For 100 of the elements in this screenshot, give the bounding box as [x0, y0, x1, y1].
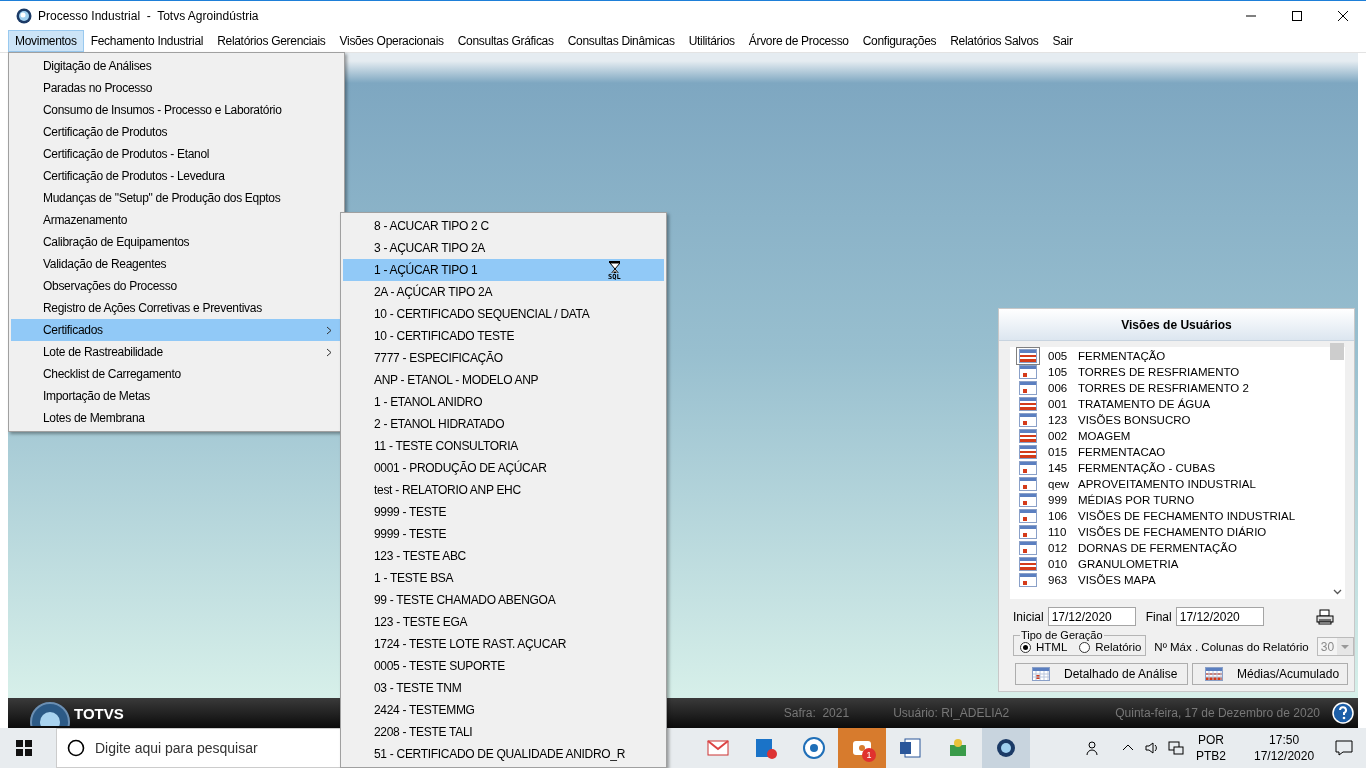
menu-item[interactable]: Lotes de Membrana — [11, 407, 342, 429]
radio-button[interactable] — [1079, 641, 1091, 653]
menu-item[interactable]: Certificação de Produtos - Levedura — [11, 165, 342, 187]
menu-item[interactable]: test - RELATORIO ANP EHC — [343, 479, 664, 501]
mail-icon — [707, 737, 729, 759]
menu-item[interactable]: Consultas Gráficas — [450, 30, 561, 52]
menu-item[interactable]: Fechamento Industrial — [83, 30, 211, 52]
menu-item[interactable]: Lote de Rastreabilidade — [11, 341, 342, 363]
menu-item[interactable]: Calibração de Equipamentos — [11, 231, 342, 253]
menu-item-label: Lotes de Membrana — [43, 411, 145, 425]
list-item[interactable]: 123 VISÕES BONSUCRO — [1010, 412, 1329, 428]
menu-item[interactable]: 0001 - PRODUÇÃO DE AÇÚCAR — [343, 457, 664, 479]
list-item[interactable]: 006 TORRES DE RESFRIAMENTO 2 — [1010, 380, 1329, 396]
field-label: Inicial — [1013, 609, 1044, 624]
menu-item[interactable]: 0005 - TESTE SUPORTE — [343, 655, 664, 677]
menu-item[interactable]: Árvore de Processo — [741, 30, 856, 52]
menu-item-label: 123 - TESTE EGA — [374, 615, 468, 629]
menu-item[interactable]: Movimentos — [8, 30, 84, 52]
menu-item[interactable]: Relatórios Gerenciais — [210, 30, 333, 52]
status-text: Safra: 2021 — [783, 706, 850, 720]
chevron-down-icon — [1332, 589, 1342, 595]
menu-item[interactable]: 2A - AÇÚCAR TIPO 2A — [343, 281, 664, 303]
menu-item[interactable]: 7777 - ESPECIFICAÇÃO — [343, 347, 664, 369]
menu-item[interactable]: Importação de Metas — [11, 385, 342, 407]
radio-option[interactable]: HTML — [1020, 641, 1068, 653]
menu-item[interactable]: 2 - ETANOL HIDRATADO — [343, 413, 664, 435]
menu-item[interactable]: 03 - TESTE TNM — [343, 677, 664, 699]
menu-item[interactable]: 1724 - TESTE LOTE RAST. AÇUCAR — [343, 633, 664, 655]
list-item[interactable]: 106 VISÕES DE FECHAMENTO INDUSTRIAL — [1010, 508, 1329, 524]
menu-item[interactable]: 10 - CERTIFICADO TESTE — [343, 325, 664, 347]
clock[interactable]: 17:50 17/12/2020 — [1254, 732, 1315, 764]
radio-option[interactable]: Relatório — [1079, 641, 1142, 653]
date-field[interactable]: 17/12/2020 — [1047, 607, 1136, 626]
menu-item[interactable]: Consumo de Insumos - Processo e Laboratório — [11, 99, 342, 121]
date-field[interactable]: 17/12/2020 — [1175, 607, 1264, 626]
menu-item-label: 7777 - ESPECIFICAÇÃO — [374, 351, 503, 365]
language-indicator[interactable]: POR PTB2 — [1196, 732, 1226, 764]
menu-item[interactable]: 99 - TESTE CHAMADO ABENGOA — [343, 589, 664, 611]
menu-item[interactable]: 11 - TESTE CONSULTORIA — [343, 435, 664, 457]
list-item[interactable]: 145 FERMENTAÇÃO - CUBAS — [1010, 460, 1329, 476]
menu-item[interactable]: Consultas Dinâmicas — [560, 30, 682, 52]
menu-item[interactable]: Mudanças de "Setup" de Produção dos Eqptos — [11, 187, 342, 209]
list-item[interactable]: 105 TORRES DE RESFRIAMENTO — [1010, 364, 1329, 380]
menu-item-label: 99 - TESTE CHAMADO ABENGOA — [374, 593, 556, 607]
report-button[interactable]: Médias/Acumulado — [1192, 663, 1348, 685]
menu-item[interactable]: Paradas no Processo — [11, 77, 342, 99]
menu-item[interactable]: Armazenamento — [11, 209, 342, 231]
menu-item[interactable]: 123 - TESTE ABC — [343, 545, 664, 567]
windows-logo-icon — [16, 740, 32, 756]
menu-item[interactable]: Observações do Processo — [11, 275, 342, 297]
notification-badge: 1 — [862, 748, 876, 762]
field-label: Final — [1145, 609, 1172, 624]
menu-item-label: 2 - ETANOL HIDRATADO — [374, 417, 505, 431]
list-item[interactable]: 012 DORNAS DE FERMENTAÇÃO — [1010, 540, 1329, 556]
menu-item[interactable]: ANP - ETANOL - MODELO ANP — [343, 369, 664, 391]
menu-item-label: 123 - TESTE ABC — [374, 549, 466, 563]
list-item[interactable]: 001 TRATAMENTO DE ÁGUA — [1010, 396, 1329, 412]
menu-item[interactable]: Configurações — [855, 30, 944, 52]
list-item[interactable]: 015 FERMENTACAO — [1010, 444, 1329, 460]
menu-item[interactable]: Sair — [1045, 30, 1080, 52]
menu-item[interactable]: 8 - ACUCAR TIPO 2 C — [343, 215, 664, 237]
list-item[interactable]: 005 FERMENTAÇÃO — [1010, 348, 1329, 364]
menu-item[interactable]: 1 - TESTE BSA — [343, 567, 664, 589]
help-icon — [1332, 702, 1354, 724]
list-item[interactable]: 002 MOAGEM — [1010, 428, 1329, 444]
menu-item[interactable]: Validação de Reagentes — [11, 253, 342, 275]
speaker-icon — [1144, 740, 1160, 756]
radio-button[interactable] — [1020, 641, 1031, 653]
menu-item[interactable]: Relatórios Salvos — [943, 30, 1046, 52]
menu-item[interactable]: 9999 - TESTE — [343, 501, 664, 523]
menu-item-label: Armazenamento — [43, 213, 128, 227]
scroll-thumb[interactable] — [1330, 343, 1344, 360]
menu-item[interactable]: Certificados — [11, 319, 342, 341]
menu-item[interactable]: Certificação de Produtos — [11, 121, 342, 143]
list-item[interactable]: 963 VISÕES MAPA — [1010, 572, 1329, 588]
menu-item-label: 2A - AÇÚCAR TIPO 2A — [374, 285, 493, 299]
taskbar-app[interactable]: 1 — [838, 728, 886, 768]
taskbar-app[interactable] — [982, 728, 1030, 768]
menu-item[interactable]: Certificação de Produtos - Etanol — [11, 143, 342, 165]
list-item[interactable]: qew APROVEITAMENTO INDUSTRIAL — [1010, 476, 1329, 492]
menu-item[interactable]: Utilitários — [681, 30, 742, 52]
menu-item[interactable]: 1 - ETANOL ANIDRO — [343, 391, 664, 413]
menu-item[interactable]: Registro de Ações Corretivas e Preventivas — [11, 297, 342, 319]
menu-item[interactable]: Digitação de Análises — [11, 55, 342, 77]
report-button[interactable]: Detalhado de Análise — [1015, 663, 1188, 685]
list-item[interactable]: 110 VISÕES DE FECHAMENTO DIÁRIO — [1010, 524, 1329, 540]
menu-item-label: 1 - AÇÚCAR TIPO 1 — [374, 263, 478, 277]
menu-item[interactable]: 10 - CERTIFICADO SEQUENCIAL / DATA — [343, 303, 664, 325]
menu-item[interactable]: 2424 - TESTEMMG — [343, 699, 664, 721]
list-item[interactable]: 010 GRANULOMETRIA — [1010, 556, 1329, 572]
menu-item[interactable]: Visões Operacionais — [332, 30, 451, 52]
menu-item[interactable]: 123 - TESTE EGA — [343, 611, 664, 633]
menu-item-label: 9999 - TESTE — [374, 505, 447, 519]
status-text: Quinta-feira, 17 de Dezembro de 2020 — [1115, 706, 1320, 720]
list-item[interactable]: 999 MÉDIAS POR TURNO — [1010, 492, 1329, 508]
menu-item-label: Certificados — [43, 323, 103, 337]
menu-item[interactable]: 9999 - TESTE — [343, 523, 664, 545]
menu-item[interactable]: Checklist de Carregamento — [11, 363, 342, 385]
menu-item-label: 0005 - TESTE SUPORTE — [374, 659, 505, 673]
menu-item[interactable]: 3 - AÇUCAR TIPO 2A — [343, 237, 664, 259]
